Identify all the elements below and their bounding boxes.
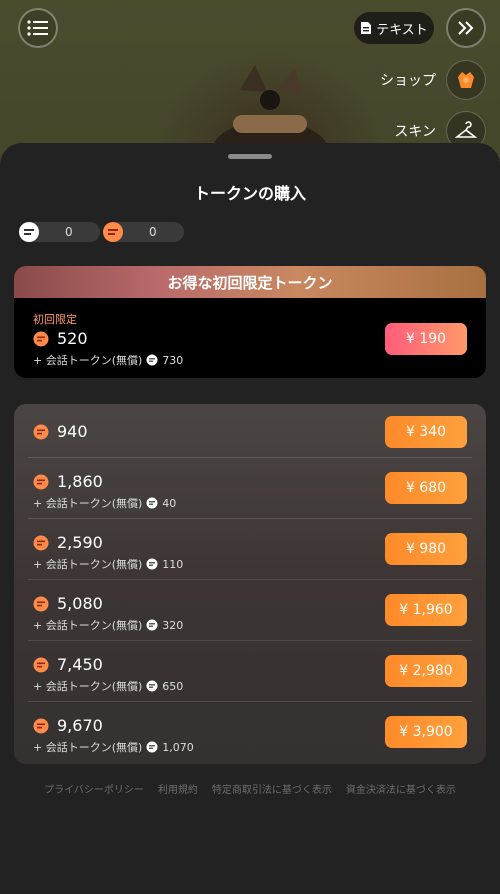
package-row: 2,590 + 会話トークン(無償) 110 ¥ 980	[28, 519, 472, 580]
package-amount-value: 9,670	[57, 716, 103, 735]
token-balance: 0	[103, 222, 184, 242]
package-bonus: + 会話トークン(無償) 110	[33, 556, 183, 572]
footer-links: プライバシーポリシー 利用規約 特定商取引法に基づく表示 資金決済法に基づく表示	[0, 781, 500, 796]
package-row: 5,080 + 会話トークン(無償) 320 ¥ 1,960	[28, 580, 472, 641]
package-buy-button[interactable]: ¥ 680	[385, 472, 467, 504]
token-package-list: 940 ¥ 340 1,860 + 会話トークン(無償) 40 ¥ 680 2,…	[14, 404, 486, 764]
package-bonus: + 会話トークン(無償) 1,070	[33, 739, 194, 755]
token-balance-value: 0	[149, 225, 157, 239]
menu-icon	[27, 20, 48, 36]
shop-icon	[446, 60, 486, 100]
package-buy-button[interactable]: ¥ 1,960	[385, 594, 467, 626]
package-row: 7,450 + 会話トークン(無償) 650 ¥ 2,980	[28, 641, 472, 702]
offer-amount: 520	[33, 329, 88, 348]
chat-token-icon	[19, 222, 39, 242]
text-log-button[interactable]: テキスト	[354, 12, 434, 44]
token-purchase-sheet: トークンの購入 0 0 お得な初回限定トークン 初回限定 520 + 会話トーク…	[0, 143, 500, 894]
privacy-policy-link[interactable]: プライバシーポリシー	[44, 781, 144, 796]
double-chevron-right-icon	[458, 21, 474, 35]
package-amount: 9,670	[33, 716, 103, 735]
package-bonus: + 会話トークン(無償) 320	[33, 617, 183, 633]
package-bonus-value: 320	[162, 618, 184, 632]
chat-token-icon	[146, 619, 158, 631]
package-amount-value: 1,860	[57, 472, 103, 491]
package-amount-value: 5,080	[57, 594, 103, 613]
token-icon	[33, 424, 49, 439]
token-icon	[33, 331, 49, 346]
chat-token-icon	[146, 354, 158, 366]
terms-link[interactable]: 利用規約	[158, 781, 198, 796]
package-bonus: + 会話トークン(無償) 40	[33, 495, 176, 511]
package-buy-button[interactable]: ¥ 340	[385, 416, 467, 448]
first-time-offer-card: お得な初回限定トークン 初回限定 520 + 会話トークン(無償) 730 ¥ …	[14, 266, 486, 378]
package-amount: 2,590	[33, 533, 103, 552]
package-buy-button[interactable]: ¥ 3,900	[385, 716, 467, 748]
package-bonus-value: 110	[162, 557, 184, 571]
chat-token-icon	[146, 680, 158, 692]
package-row: 9,670 + 会話トークン(無償) 1,070 ¥ 3,900	[28, 702, 472, 763]
document-icon	[361, 22, 372, 34]
package-bonus-label: + 会話トークン(無償)	[33, 619, 143, 632]
shop-label: ショップ	[380, 73, 436, 89]
commercial-transactions-link[interactable]: 特定商取引法に基づく表示	[212, 781, 332, 796]
package-buy-button[interactable]: ¥ 2,980	[385, 655, 467, 687]
offer-buy-button[interactable]: ¥ 190	[385, 323, 467, 355]
package-amount: 1,860	[33, 472, 103, 491]
menu-button[interactable]	[18, 8, 58, 48]
chat-token-balance-value: 0	[65, 225, 73, 239]
package-bonus-label: + 会話トークン(無償)	[33, 741, 143, 754]
offer-bonus-value: 730	[162, 353, 184, 367]
chat-token-icon	[146, 741, 158, 753]
chat-token-icon	[146, 558, 158, 570]
package-amount-value: 7,450	[57, 655, 103, 674]
token-icon	[33, 596, 49, 611]
shop-button[interactable]: ショップ	[380, 60, 486, 100]
package-buy-button[interactable]: ¥ 980	[385, 533, 467, 565]
package-bonus-label: + 会話トークン(無償)	[33, 558, 143, 571]
chat-token-icon	[146, 497, 158, 509]
token-icon	[33, 718, 49, 733]
skip-button[interactable]	[446, 8, 486, 48]
token-icon	[33, 474, 49, 489]
offer-header: お得な初回限定トークン	[14, 266, 486, 298]
offer-amount-value: 520	[57, 329, 88, 348]
package-bonus-value: 650	[162, 679, 184, 693]
package-row: 940 ¥ 340	[28, 404, 472, 458]
offer-tag: 初回限定	[33, 313, 77, 326]
text-log-label: テキスト	[376, 22, 428, 38]
sheet-title: トークンの購入	[193, 184, 306, 203]
package-amount: 940	[33, 422, 88, 441]
payment-services-link[interactable]: 資金決済法に基づく表示	[346, 781, 456, 796]
sheet-drag-handle[interactable]	[228, 154, 272, 159]
package-bonus-label: + 会話トークン(無償)	[33, 497, 143, 510]
token-icon	[33, 535, 49, 550]
token-icon	[103, 222, 123, 242]
package-bonus-label: + 会話トークン(無償)	[33, 680, 143, 693]
package-bonus: + 会話トークン(無償) 650	[33, 678, 183, 694]
skin-label: スキン	[394, 124, 436, 140]
package-bonus-value: 1,070	[162, 740, 194, 754]
offer-bonus: + 会話トークン(無償) 730	[33, 352, 183, 368]
token-icon	[33, 657, 49, 672]
package-amount-value: 940	[57, 422, 88, 441]
package-bonus-value: 40	[162, 496, 177, 510]
chat-token-balance: 0	[19, 222, 100, 242]
package-amount: 5,080	[33, 594, 103, 613]
package-amount: 7,450	[33, 655, 103, 674]
package-amount-value: 2,590	[57, 533, 103, 552]
offer-bonus-label: + 会話トークン(無償)	[33, 354, 143, 367]
package-row: 1,860 + 会話トークン(無償) 40 ¥ 680	[28, 458, 472, 519]
